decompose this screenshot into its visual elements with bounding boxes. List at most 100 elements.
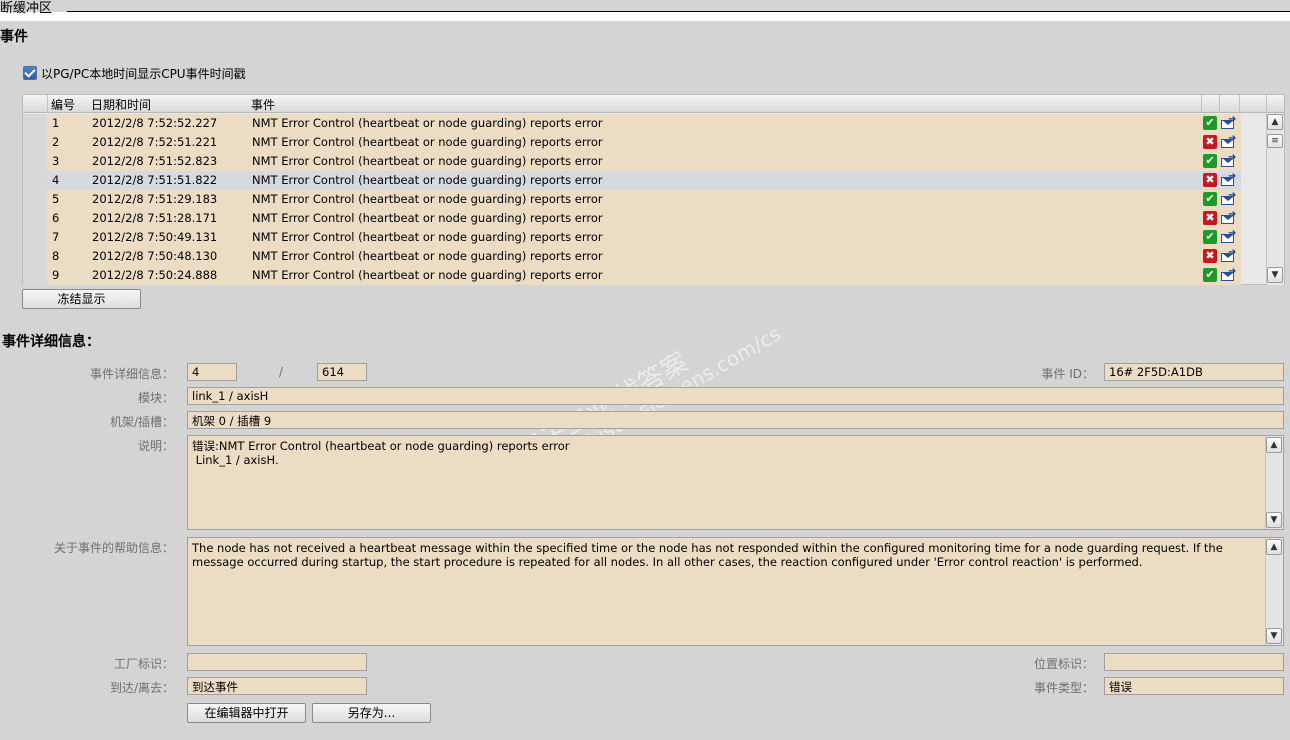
detail-index-label: 事件详细信息： [89, 367, 174, 381]
incoming-message-icon: ➜ [1221, 247, 1238, 263]
column-header-event[interactable]: 事件 [251, 96, 275, 113]
row-number: 9 [52, 268, 60, 282]
buffer-title: 断缓冲区 [0, 1, 53, 16]
help-label: 关于事件的帮助信息： [53, 541, 174, 555]
row-event: NMT Error Control (heartbeat or node gua… [252, 230, 603, 244]
help-scrollbar[interactable]: ▲ ▼ [1265, 538, 1283, 645]
row-datetime: 2012/2/8 7:51:28.171 [92, 211, 218, 225]
scroll-up-icon[interactable]: ▲ [1267, 114, 1283, 130]
table-row[interactable]: 1 2012/2/8 7:52:52.227 NMT Error Control (… [23, 114, 1241, 133]
table-row[interactable]: 4 2012/2/8 7:51:51.822 NMT Error Control (… [23, 171, 1241, 190]
status-ok-icon: ✔ [1203, 154, 1217, 168]
incoming-message-icon: ➜ [1221, 114, 1238, 130]
row-gutter [23, 190, 47, 209]
incoming-message-icon: ➜ [1221, 228, 1238, 244]
help-text: The node has not received a heartbeat me… [192, 541, 1223, 569]
freeze-display-button[interactable]: 冻结显示 [22, 289, 141, 309]
row-gutter [23, 228, 47, 247]
incoming-message-icon: ➜ [1221, 133, 1238, 149]
table-row[interactable]: 9 2012/2/8 7:50:24.888 NMT Error Control (… [23, 266, 1241, 285]
event-id-field: 16# 2F5D:A1DB [1104, 363, 1284, 381]
detail-separator: / [279, 365, 284, 379]
row-gutter [23, 266, 47, 285]
table-row[interactable]: 7 2012/2/8 7:50:49.131 NMT Error Control (… [23, 228, 1241, 247]
row-datetime: 2012/2/8 7:50:24.888 [92, 268, 218, 282]
module-field: link_1 / axisH [187, 387, 1284, 405]
row-number: 8 [52, 249, 60, 263]
open-in-editor-button[interactable]: 在编辑器中打开 [187, 703, 306, 723]
column-header-datetime[interactable]: 日期和时间 [91, 96, 151, 113]
row-gutter [23, 152, 47, 171]
column-header-number[interactable]: 编号 [51, 96, 75, 113]
row-gutter [23, 209, 47, 228]
description-textarea[interactable]: 错误:NMT Error Control (heartbeat or node … [187, 435, 1284, 530]
row-number: 6 [52, 211, 60, 225]
row-gutter [23, 171, 47, 190]
scroll-down-icon[interactable]: ▼ [1267, 267, 1283, 283]
arrive-leave-label: 到达/离去： [109, 681, 174, 695]
scroll-up-icon[interactable]: ▲ [1266, 539, 1282, 555]
row-number: 1 [52, 116, 60, 130]
table-row[interactable]: 8 2012/2/8 7:50:48.130 NMT Error Control (… [23, 247, 1241, 266]
row-event: NMT Error Control (heartbeat or node gua… [252, 173, 603, 187]
incoming-message-icon: ➜ [1221, 152, 1238, 168]
row-event: NMT Error Control (heartbeat or node gua… [252, 116, 603, 130]
table-row[interactable]: 5 2012/2/8 7:51:29.183 NMT Error Control (… [23, 190, 1241, 209]
plant-id-label: 工厂标识： [113, 657, 174, 671]
event-table: 编号 日期和时间 事件 1 2012/2/8 7:52:52.227 NMT Err… [22, 94, 1285, 285]
row-number: 2 [52, 135, 60, 149]
event-table-header: 编号 日期和时间 事件 [23, 95, 1284, 113]
row-event: NMT Error Control (heartbeat or node gua… [252, 268, 603, 282]
table-row[interactable]: 6 2012/2/8 7:51:28.171 NMT Error Control (… [23, 209, 1241, 228]
detail-total-field: 614 [317, 363, 367, 381]
event-table-scrollbar[interactable]: ▲ ≡ ▼ [1266, 113, 1284, 285]
event-type-field: 错误 [1104, 677, 1284, 695]
row-event: NMT Error Control (heartbeat or node gua… [252, 154, 603, 168]
row-gutter [23, 247, 47, 266]
status-ok-icon: ✔ [1203, 192, 1217, 206]
save-as-button[interactable]: 另存为... [312, 703, 431, 723]
row-number: 4 [52, 173, 60, 187]
incoming-message-icon: ➜ [1221, 266, 1238, 282]
scroll-thumb[interactable]: ≡ [1267, 134, 1283, 148]
row-number: 5 [52, 192, 60, 206]
row-datetime: 2012/2/8 7:50:49.131 [92, 230, 218, 244]
scroll-up-icon[interactable]: ▲ [1266, 437, 1282, 453]
row-datetime: 2012/2/8 7:51:29.183 [92, 192, 218, 206]
arrive-leave-field: 到达事件 [187, 677, 367, 695]
status-error-icon: ✖ [1203, 173, 1217, 187]
details-section-title: 事件详细信息： [2, 334, 100, 350]
scroll-down-icon[interactable]: ▼ [1266, 512, 1282, 528]
incoming-message-icon: ➜ [1221, 209, 1238, 225]
detail-index-field[interactable]: 4 [187, 363, 237, 381]
row-event: NMT Error Control (heartbeat or node gua… [252, 249, 603, 263]
local-time-checkbox-label[interactable]: 以PG/PC本地时间显示CPU事件时间戳 [41, 65, 246, 82]
help-textarea[interactable]: The node has not received a heartbeat me… [187, 537, 1284, 646]
description-scrollbar[interactable]: ▲ ▼ [1265, 436, 1283, 529]
row-number: 7 [52, 230, 60, 244]
row-datetime: 2012/2/8 7:51:52.823 [92, 154, 218, 168]
status-ok-icon: ✔ [1203, 268, 1217, 282]
status-error-icon: ✖ [1203, 249, 1217, 263]
row-event: NMT Error Control (heartbeat or node gua… [252, 211, 603, 225]
status-ok-icon: ✔ [1203, 230, 1217, 244]
local-time-checkbox[interactable] [23, 66, 37, 80]
location-id-field [1104, 653, 1284, 671]
events-section-title: 事件 [0, 29, 28, 45]
table-row[interactable]: 3 2012/2/8 7:51:52.823 NMT Error Control (… [23, 152, 1241, 171]
row-datetime: 2012/2/8 7:52:52.227 [92, 116, 218, 130]
incoming-message-icon: ➜ [1221, 171, 1238, 187]
status-error-icon: ✖ [1203, 211, 1217, 225]
row-number: 3 [52, 154, 60, 168]
event-id-label: 事件 ID： [1041, 367, 1094, 381]
table-row[interactable]: 2 2012/2/8 7:52:51.221 NMT Error Control (… [23, 133, 1241, 152]
event-type-label: 事件类型： [1033, 681, 1094, 695]
scroll-down-icon[interactable]: ▼ [1266, 628, 1282, 644]
location-id-label: 位置标识： [1033, 657, 1094, 671]
incoming-message-icon: ➜ [1221, 190, 1238, 206]
row-event: NMT Error Control (heartbeat or node gua… [252, 135, 603, 149]
row-datetime: 2012/2/8 7:52:51.221 [92, 135, 218, 149]
rack-slot-label: 机架/插槽： [109, 415, 174, 429]
row-datetime: 2012/2/8 7:51:51.822 [92, 173, 218, 187]
module-label: 模块： [137, 391, 174, 405]
